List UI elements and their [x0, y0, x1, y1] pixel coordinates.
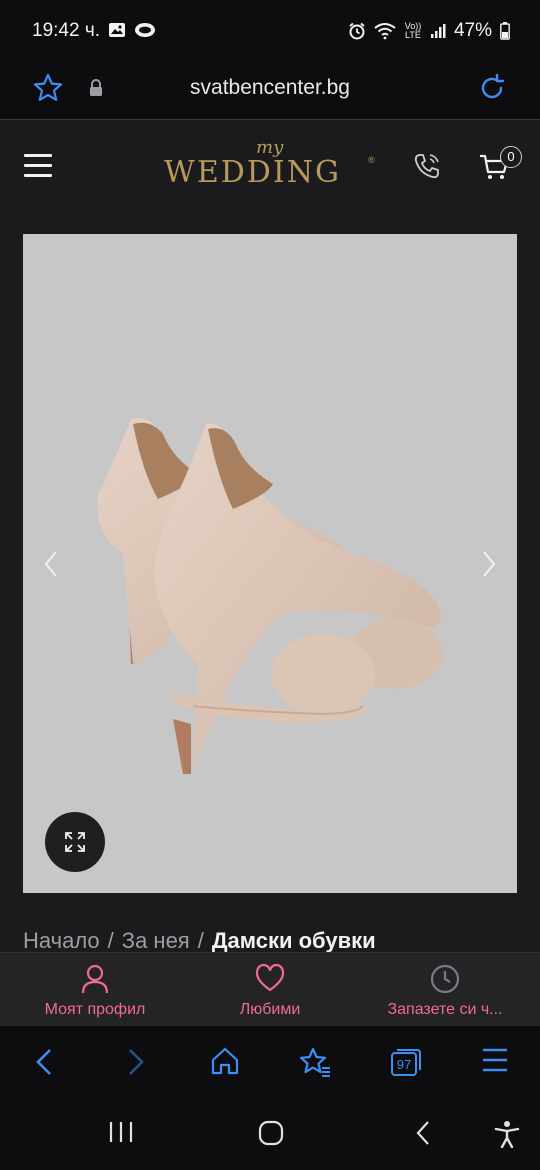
reload-button[interactable] [476, 72, 508, 109]
recent-apps-icon [109, 1122, 133, 1142]
screen: 19:42 ч. Vo)) LTE 47% svatbencenter.bg m… [0, 0, 540, 1170]
browser-tabs-button[interactable]: 97 [390, 1046, 422, 1083]
accessibility-icon [494, 1121, 520, 1149]
chevron-left-icon [44, 551, 57, 577]
site-logo[interactable]: my WEDDING ® [164, 135, 379, 199]
bookmarks-star-icon [299, 1047, 330, 1077]
browser-bookmarks-button[interactable] [298, 1046, 332, 1083]
expand-icon [65, 832, 85, 852]
nav-book-appointment[interactable]: Запазете си ч... [362, 959, 528, 1021]
status-time: 19:42 ч. [32, 20, 101, 41]
browser-menu-button[interactable] [482, 1046, 508, 1079]
product-image-gallery[interactable] [23, 234, 517, 893]
android-nav-bar [0, 1100, 540, 1170]
menu-line-icon [24, 174, 52, 177]
home-button[interactable] [258, 1120, 284, 1151]
clock-icon [430, 964, 460, 994]
browser-forward-button[interactable] [124, 1046, 148, 1083]
arrow-left-icon [36, 1049, 51, 1075]
breadcrumb-separator: / [107, 928, 114, 952]
zoom-button[interactable] [45, 812, 105, 872]
back-chevron-icon [416, 1121, 429, 1145]
status-bar: 19:42 ч. Vo)) LTE 47% [0, 0, 540, 62]
arrow-right-icon [129, 1049, 144, 1075]
product-photo-shoes [97, 418, 443, 774]
tab-count: 97 [397, 1057, 411, 1072]
back-button[interactable] [414, 1120, 432, 1151]
home-circle-icon [258, 1120, 284, 1146]
phone-icon [414, 154, 439, 179]
reload-icon [481, 73, 505, 99]
logo-registered-mark: ® [368, 155, 375, 165]
alarm-icon [349, 22, 365, 40]
messenger-notification-icon [135, 23, 155, 37]
accessibility-button[interactable] [494, 1120, 520, 1153]
nav-book-appointment-label: Запазете си ч... [387, 1001, 503, 1018]
network-label: Vo)) LTE [404, 21, 422, 40]
heart-icon [255, 963, 285, 992]
menu-line-icon [24, 164, 52, 167]
user-icon [81, 964, 109, 994]
nav-my-profile[interactable]: Моят профил [20, 959, 170, 1021]
gallery-notification-icon [109, 23, 125, 37]
browser-back-button[interactable] [32, 1046, 56, 1083]
browser-url-bar: svatbencenter.bg [0, 62, 540, 120]
cart-count-badge: 0 [500, 146, 522, 168]
logo-main-text: WEDDING [164, 155, 341, 190]
next-image-button[interactable] [481, 550, 497, 583]
breadcrumb-separator: / [197, 928, 204, 952]
menu-button[interactable] [24, 154, 52, 178]
browser-toolbar: 97 [0, 1026, 540, 1100]
browser-home-button[interactable] [210, 1046, 240, 1081]
chevron-right-icon [483, 551, 496, 577]
nav-favorites[interactable]: Любими [200, 959, 340, 1021]
phone-button[interactable] [412, 151, 442, 186]
notification-icons [108, 21, 156, 39]
previous-image-button[interactable] [43, 550, 59, 583]
battery-icon [500, 22, 510, 40]
wifi-icon [374, 23, 396, 40]
battery-percent: 47% [453, 20, 492, 41]
menu-line-icon [24, 154, 52, 157]
breadcrumb: Начало / За нея / Дамски обувки [23, 928, 376, 952]
breadcrumb-home[interactable]: Начало [23, 928, 100, 952]
signal-icon [430, 24, 446, 38]
recent-apps-button[interactable] [108, 1120, 134, 1149]
nav-my-profile-label: Моят профил [44, 1001, 146, 1018]
home-icon [211, 1047, 239, 1075]
site-bottom-nav: Моят профил Любими Запазете си ч... [0, 952, 540, 1026]
site-header: my WEDDING ® [0, 121, 540, 213]
breadcrumb-for-her[interactable]: За нея [122, 928, 190, 952]
status-right: Vo)) LTE 47% [348, 20, 510, 42]
url-text[interactable]: svatbencenter.bg [0, 76, 540, 100]
menu-icon [483, 1048, 507, 1072]
breadcrumb-current: Дамски обувки [211, 928, 376, 952]
nav-favorites-label: Любими [239, 1001, 301, 1018]
tabs-icon: 97 [391, 1049, 421, 1076]
